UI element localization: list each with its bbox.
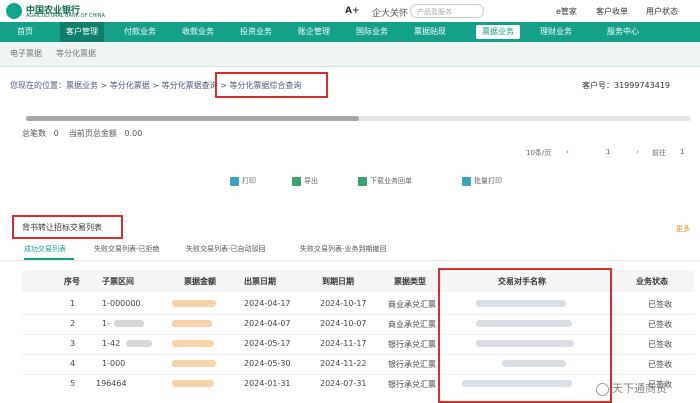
customer-number: 客户号：31999743419 — [582, 81, 670, 90]
search-input[interactable]: 产品及服务 — [410, 4, 484, 18]
bank-logo-icon — [6, 3, 22, 19]
nav-receipt[interactable]: 收款业务 — [176, 22, 220, 42]
page-amount-label: 当前页总金额 — [68, 129, 117, 138]
export-button[interactable]: 导出 — [292, 176, 318, 186]
export-icon — [292, 176, 301, 186]
e-manager-link[interactable]: e管家 — [556, 6, 577, 17]
tab-bar: 成功交易列表 失败交易列表-已拒绝 失败交易列表-已自动驳回 失败交易列表-业务… — [0, 240, 700, 261]
nav-account[interactable]: 账企管理 — [292, 22, 336, 42]
scrollbar-thumb[interactable] — [26, 116, 359, 121]
printer-icon — [230, 176, 239, 186]
prev-page-icon[interactable]: ‹ — [566, 148, 569, 156]
bank-name-en: AGRICULTURAL BANK OF CHINA — [26, 13, 105, 19]
printer-icon — [462, 176, 471, 186]
tab-active-underline — [24, 258, 74, 260]
highlight-box-breadcrumb — [215, 72, 328, 98]
nav-customer[interactable]: 客户管理 — [60, 22, 104, 42]
nav-international[interactable]: 国际业务 — [350, 22, 394, 42]
highlight-box-counterparty — [438, 268, 612, 403]
masked-amount — [172, 320, 212, 327]
weibo-icon — [596, 382, 609, 396]
top-bar: 中国农业银行 AGRICULTURAL BANK OF CHINA A+ 企大关… — [0, 0, 700, 23]
total-count-label: 总笔数 — [22, 129, 46, 138]
page-size-select[interactable]: 10条/页 — [526, 148, 551, 158]
next-page-icon[interactable]: › — [636, 148, 639, 156]
subnav-split-bill[interactable]: 等分化票据 — [56, 48, 96, 59]
masked-range — [126, 340, 152, 347]
batch-print-button[interactable]: 批量打印 — [462, 176, 502, 186]
jump-page-input[interactable]: 1 — [680, 148, 684, 156]
nav-service[interactable]: 服务中心 — [598, 22, 648, 42]
main-nav: 首页 客户管理 付款业务 收款业务 投资业务 账企管理 国际业务 票据贴现 票据… — [0, 22, 700, 42]
totals-summary: 总笔数 0 当前页总金额 0.00 — [22, 128, 142, 139]
col-issue-date[interactable]: 出票日期 — [244, 276, 276, 287]
col-range[interactable]: 子票区间 — [102, 276, 134, 287]
current-page[interactable]: 1 — [606, 148, 610, 156]
masked-amount — [172, 340, 214, 347]
watermark: 天下通商贸 — [596, 380, 667, 396]
tab-failed-withdrawn[interactable]: 失败交易列表-业务到期撤回 — [300, 244, 387, 254]
masked-amount — [172, 380, 214, 387]
nav-bill[interactable]: 票据业务 — [476, 25, 520, 39]
col-status: 业务状态 — [636, 277, 668, 286]
nav-investment[interactable]: 投资业务 — [234, 22, 278, 42]
col-bill-type[interactable]: 票据类型 — [394, 276, 426, 287]
jump-label: 前往 — [652, 149, 666, 157]
horizontal-scrollbar[interactable] — [26, 116, 691, 121]
nav-wealth[interactable]: 理财业务 — [534, 22, 578, 42]
tab-failed-rejected[interactable]: 失败交易列表-已拒绝 — [94, 244, 160, 254]
download-icon — [358, 176, 367, 186]
tab-failed-auto-rejected[interactable]: 失败交易列表-已自动驳回 — [186, 244, 266, 254]
tab-success[interactable]: 成功交易列表 — [24, 244, 66, 254]
nav-discount[interactable]: 票据贴现 — [408, 22, 452, 42]
col-amount[interactable]: 票据金额 — [184, 276, 216, 287]
font-size-button[interactable]: A+ — [345, 6, 360, 16]
more-link[interactable]: 更多 — [676, 224, 690, 234]
col-due-date[interactable]: 到期日期 — [322, 276, 354, 287]
merchant-link[interactable]: 客户收单 — [596, 6, 628, 17]
col-no: 序号 — [64, 277, 80, 286]
print-button[interactable]: 打印 — [230, 176, 256, 186]
masked-range — [114, 320, 144, 327]
user-status-link[interactable]: 用户状态 — [646, 6, 678, 17]
nav-payment[interactable]: 付款业务 — [118, 22, 162, 42]
download-receipt-button[interactable]: 下载业务回单 — [358, 176, 412, 186]
masked-amount — [172, 360, 216, 367]
masked-amount — [172, 300, 216, 307]
subnav-e-bill[interactable]: 电子票据 — [10, 48, 42, 59]
total-count-value: 0 — [53, 129, 59, 138]
sub-nav: 电子票据 等分化票据 — [0, 42, 700, 67]
care-mode-link[interactable]: 企大关怀 — [372, 6, 408, 19]
highlight-box-section-title — [12, 215, 123, 239]
page-amount-value: 0.00 — [124, 129, 143, 138]
nav-home[interactable]: 首页 — [8, 22, 42, 42]
